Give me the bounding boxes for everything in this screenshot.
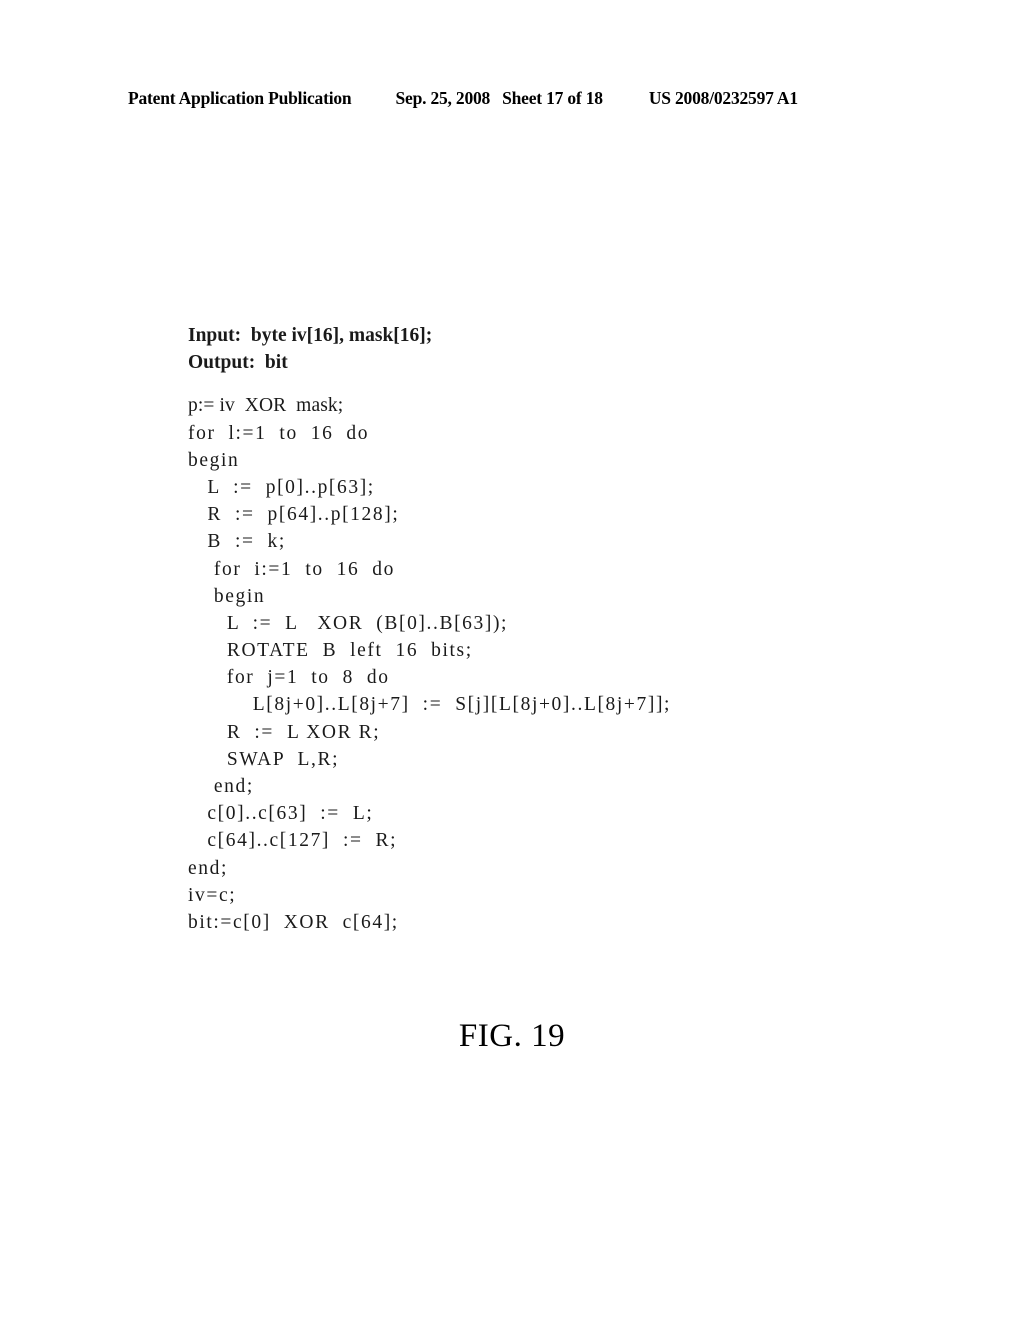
code-line: R := p[64]..p[128];: [188, 504, 400, 526]
code-line: ROTATE B left 16 bits;: [188, 640, 473, 662]
code-line: begin: [188, 585, 266, 607]
pseudocode-listing: Input: byte iv[16], mask[16]; Output: bit…: [188, 322, 908, 936]
code-line: for i:=1 to 16 do: [188, 558, 395, 580]
header-patent-number: US 2008/0232597 A1: [648, 88, 798, 108]
code-line: SWAP L,R;: [188, 748, 340, 770]
code-line: L[8j+0]..L[8j+7] := S[j][L[8j+0]..L[8j+7…: [188, 694, 672, 716]
code-line: bit:=c[0] XOR c[64];: [188, 911, 399, 933]
code-line: for l:=1 to 16 do: [188, 422, 370, 444]
header-publication-date: Sep. 25, 2008: [395, 88, 491, 108]
document-header: Patent Application Publication Sep. 25, …: [128, 88, 896, 114]
code-line: R := L XOR R;: [188, 721, 381, 743]
code-line: B := k;: [188, 531, 286, 553]
code-line: end;: [188, 857, 228, 879]
code-line: c[64]..c[127] := R;: [188, 830, 398, 852]
patent-page: Patent Application Publication Sep. 25, …: [0, 0, 1024, 1320]
code-line: begin: [188, 449, 240, 471]
code-line: c[0]..c[63] := L;: [188, 803, 374, 825]
code-line: iv=c;: [188, 884, 237, 906]
code-line: for j=1 to 8 do: [188, 667, 390, 689]
code-line: Output: bit: [188, 352, 288, 374]
header-publication-label: Patent Application Publication: [128, 88, 352, 108]
header-sheet-number: Sheet 17 of 18: [502, 88, 603, 108]
code-line: Input: byte iv[16], mask[16];: [188, 325, 433, 346]
code-line: L := L XOR (B[0]..B[63]);: [188, 612, 509, 634]
code-line: L := p[0]..p[63];: [188, 476, 375, 498]
figure-caption: FIG. 19: [458, 1018, 566, 1054]
code-line: p:= iv XOR mask;: [188, 395, 344, 417]
code-line: end;: [188, 776, 254, 797]
